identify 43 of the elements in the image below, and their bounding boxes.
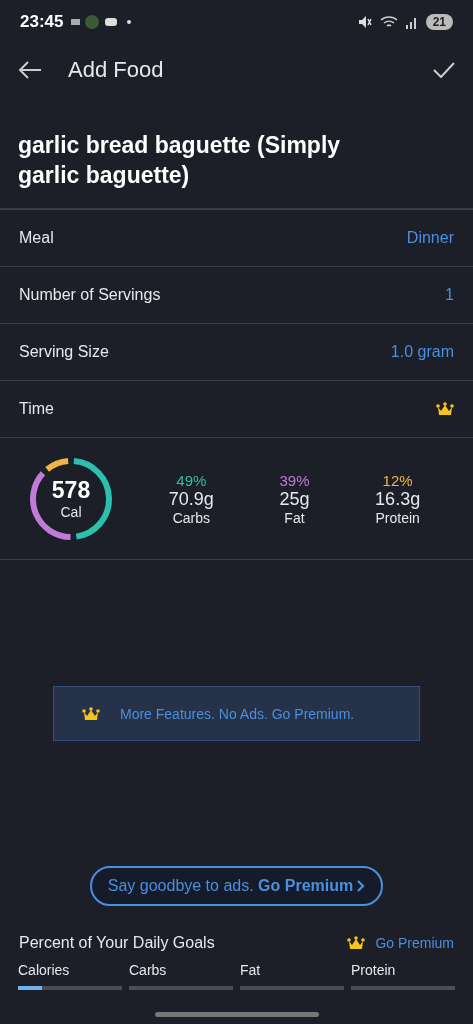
field-label: Number of Servings	[19, 286, 161, 304]
goal-label: Fat	[240, 962, 262, 978]
checkmark-icon[interactable]	[433, 62, 455, 78]
macro-percent: 12%	[382, 471, 413, 489]
field-value[interactable]: 1	[445, 286, 454, 304]
go-premium-link[interactable]: Go Premium	[375, 935, 454, 951]
macro-name: Carbs	[172, 509, 210, 526]
macro-amount: 25g	[279, 488, 310, 510]
wifi-icon	[379, 15, 398, 29]
mute-icon	[357, 15, 372, 29]
premium-banner[interactable]: More Features. No Ads. Go Premium.	[53, 686, 420, 741]
back-icon[interactable]	[18, 61, 42, 79]
status-time: 23:45	[20, 12, 64, 32]
calorie-value: 578	[51, 477, 91, 504]
macro-name: Protein	[375, 509, 420, 526]
macro-amount: 70.9g	[168, 488, 214, 510]
go-premium-button[interactable]: Say goodbye to ads. Go Premium	[89, 866, 384, 906]
calorie-unit: Cal	[60, 504, 82, 520]
macro-percent: 49%	[176, 471, 207, 489]
screen-title: Add Food	[68, 57, 165, 83]
field-label: Time	[19, 400, 54, 418]
field-value[interactable]: 1.0 gram	[390, 343, 454, 361]
crown-icon	[436, 402, 454, 416]
goal-label: Calories	[18, 962, 71, 978]
crown-icon	[347, 936, 366, 950]
dot-icon	[127, 20, 132, 24]
banner-text: More Features. No Ads. Go Premium.	[120, 705, 355, 722]
chevron-icon	[357, 880, 366, 892]
field-label: Meal	[19, 229, 54, 247]
app-icon	[85, 15, 100, 29]
food-name: garlic bread baguette (Simply garlic baguette)	[17, 131, 342, 190]
goals-title: Percent of Your Daily Goals	[19, 934, 216, 952]
macro-amount: 16.3g	[375, 488, 421, 510]
crown-icon	[82, 706, 100, 721]
field-value[interactable]: Dinner	[406, 229, 454, 247]
battery-level: 21	[425, 14, 453, 30]
signal-icon	[405, 15, 418, 29]
macro-name: Fat	[284, 509, 305, 526]
goal-label: Protein	[351, 962, 397, 978]
notification-icon	[71, 19, 81, 25]
macro-percent: 39%	[279, 471, 310, 489]
goal-label: Carbs	[129, 962, 168, 978]
field-label: Serving Size	[19, 343, 109, 361]
